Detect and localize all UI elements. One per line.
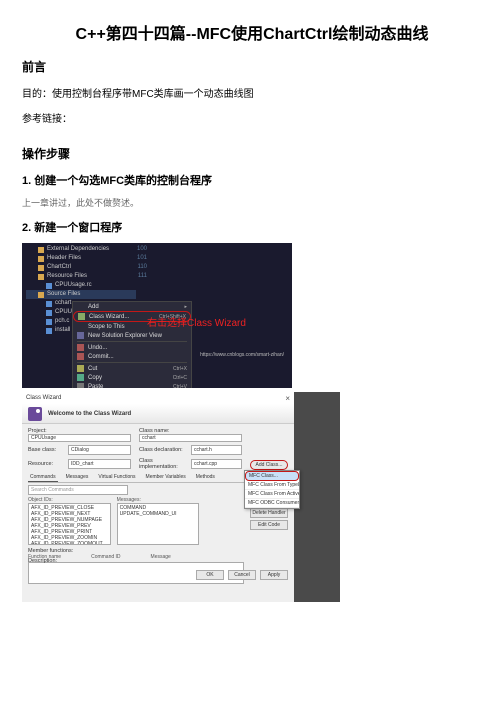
tree-item[interactable]: Header Files [47, 254, 81, 263]
tab-virtual-functions[interactable]: Virtual Functions [96, 473, 137, 482]
messages-list[interactable]: COMMAND UPDATE_COMMAND_UI [117, 503, 200, 545]
dialog-titlebar: Class Wizard × [22, 392, 294, 404]
folder-icon [38, 265, 44, 271]
steps-heading: 操作步骤 [22, 145, 482, 162]
dropdown-mfc-activex[interactable]: MFC Class From ActiveX Control... [245, 490, 299, 499]
tree-item-selected[interactable]: Source Files [47, 290, 80, 299]
dialog-banner: Welcome to the Class Wizard [22, 404, 294, 424]
dropdown-mfc-class[interactable]: MFC Class... [245, 471, 299, 481]
folder-icon [38, 256, 44, 262]
ctx-add[interactable]: Add▸ [73, 302, 191, 311]
dark-side-panel [294, 392, 340, 602]
watermark-url: https://www.cnblogs.com/smart-zihan/ [200, 352, 284, 358]
tree-item[interactable]: pch.c [55, 317, 69, 326]
step2-title: 2. 新建一个窗口程序 [22, 219, 482, 235]
tab-messages[interactable]: Messages [64, 473, 91, 482]
folder-icon [38, 247, 44, 253]
reference-text: 参考链接： [22, 110, 482, 125]
ctx-copy[interactable]: CopyCtrl+C [73, 373, 191, 382]
step1-note: 上一章讲过，此处不做赘述。 [22, 196, 482, 209]
tree-item[interactable]: CPUUsage.rc [55, 281, 92, 290]
classdecl-label: Class declaration: [139, 447, 187, 453]
resource-field: IDD_chart [68, 459, 131, 469]
classimpl-label: Class implementation: [139, 458, 187, 470]
purpose-text: 目的：使用控制台程序带MFC类库画一个动态曲线图 [22, 85, 482, 100]
delete-handler-button[interactable]: Delete Handler [250, 508, 288, 518]
add-class-dropdown: MFC Class... MFC Class From TypeLib... M… [244, 470, 300, 509]
wizard-icon [28, 407, 42, 421]
dropdown-mfc-typelib[interactable]: MFC Class From TypeLib... [245, 481, 299, 490]
screenshot-classwizard: Class Wizard × Welcome to the Class Wiza… [22, 392, 294, 602]
cancel-button[interactable]: Cancel [228, 570, 256, 580]
annotation-text: 右击选择Class Wizard [147, 314, 246, 329]
classname-dropdown[interactable]: cchart [139, 434, 242, 442]
col-message: Message [151, 554, 171, 560]
tree-item[interactable]: CPUU [55, 308, 72, 317]
file-icon [46, 319, 52, 325]
add-class-button[interactable]: Add Class... [250, 460, 288, 470]
messages-label: Messages: [117, 497, 141, 503]
ctx-cut[interactable]: CutCtrl+X [73, 364, 191, 373]
ctx-commit[interactable]: Commit... [73, 352, 191, 361]
edit-code-button[interactable]: Edit Code [250, 520, 288, 530]
tree-item[interactable]: External Dependencies [47, 245, 109, 254]
tab-methods[interactable]: Methods [194, 473, 217, 482]
screenshot-contextmenu: External Dependencies Header Files Chart… [22, 243, 292, 388]
object-ids-list[interactable]: AFX_ID_PREVIEW_CLOSE AFX_ID_PREVIEW_NEXT… [28, 503, 111, 545]
folder-icon [38, 292, 44, 298]
description-label: Description: [28, 558, 57, 564]
file-icon [46, 328, 52, 334]
dropdown-mfc-odbc[interactable]: MFC ODBC Consumer... [245, 499, 299, 508]
tree-item[interactable]: install [55, 326, 70, 335]
folder-icon [38, 274, 44, 280]
baseclass-field: CDialog [68, 445, 131, 455]
file-icon [46, 283, 52, 289]
tree-item[interactable]: cchart [55, 299, 71, 308]
step1-title: 1. 创建一个勾选MFC类库的控制台程序 [22, 172, 482, 188]
tab-member-variables[interactable]: Member Variables [144, 473, 188, 482]
file-icon [46, 310, 52, 316]
file-icon [46, 301, 52, 307]
close-icon[interactable]: × [285, 394, 290, 403]
col-command-id: Command ID [91, 554, 120, 560]
tree-item[interactable]: ChartCtrl [47, 263, 71, 272]
search-input[interactable]: Search Commands [28, 485, 128, 495]
tree-item[interactable]: Resource Files [47, 272, 87, 281]
tab-commands[interactable]: Commands [28, 473, 58, 482]
resource-label: Resource: [28, 461, 64, 467]
welcome-text: Welcome to the Class Wizard [48, 411, 131, 417]
page-title: C++第四十四篇--MFC使用ChartCtrl绘制动态曲线 [22, 20, 482, 44]
apply-button[interactable]: Apply [260, 570, 288, 580]
project-dropdown[interactable]: CPUUsage [28, 434, 131, 442]
classimpl-dropdown[interactable]: cchart.cpp [191, 459, 242, 469]
baseclass-label: Base class: [28, 447, 64, 453]
objids-label: Object IDs: [28, 497, 53, 503]
ok-button[interactable]: OK [196, 570, 224, 580]
dialog-title: Class Wizard [26, 395, 61, 401]
classdecl-dropdown[interactable]: cchart.h [191, 445, 242, 455]
ctx-undo[interactable]: Undo... [73, 343, 191, 352]
preface-heading: 前言 [22, 58, 482, 75]
ctx-paste[interactable]: PasteCtrl+V [73, 382, 191, 388]
line-numbers: 100 101 110 111 [137, 245, 147, 281]
ctx-new-solution-view[interactable]: New Solution Explorer View [73, 331, 191, 340]
